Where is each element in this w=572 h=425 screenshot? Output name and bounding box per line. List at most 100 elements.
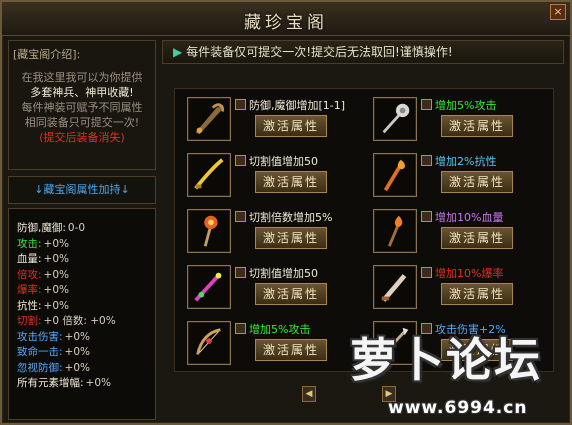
activate-attribute-button[interactable]: 激活属性 <box>441 227 513 249</box>
gem-icon <box>235 267 246 278</box>
notice-bar: ▶ 每件装备仅可提交一次!提交后无法取回!谨慎操作! <box>162 40 564 64</box>
stat-row: 血量: +0% <box>17 252 151 268</box>
item-name-row: 切割值增加50 <box>235 265 318 281</box>
equipment-slot: 切割值增加50 激活属性 <box>179 261 357 309</box>
item-attribute: 增加5%攻击 <box>249 323 311 336</box>
bonus-header: ↓藏宝阁属性加持↓ <box>8 176 156 204</box>
golden-sabre-icon[interactable] <box>187 153 231 197</box>
window-title: 藏珍宝阁 <box>244 13 328 33</box>
torch-staff-icon[interactable] <box>373 209 417 253</box>
equipment-slot: 增加5%攻击激活属性 <box>179 317 357 365</box>
notice-text: 每件装备仅可提交一次!提交后无法取回!谨慎操作! <box>186 45 453 59</box>
stat-row: 防御,魔御: 0-0 <box>17 221 151 237</box>
stat-row: 攻击伤害: +0% <box>17 330 151 346</box>
forum-watermark: 萝卜论坛 www.6994.cn <box>348 322 572 425</box>
activate-attribute-button[interactable]: 激活属性 <box>255 115 327 137</box>
intro-line: 每件神装可赋予不同属性 <box>21 101 143 114</box>
watermark-url: www.6994.cn <box>388 398 528 418</box>
intro-line: 相同装备只可提交一次! <box>24 116 140 129</box>
stat-value: +0% <box>64 346 91 358</box>
item-name-row: 增加2%抗性 <box>421 153 496 169</box>
stat-label: 所有元素增幅: <box>17 377 84 389</box>
intro-line: (提交后装备消失) <box>39 131 125 144</box>
stat-label: 血量: <box>17 253 42 265</box>
stat-value: +0% <box>85 377 112 389</box>
stat-value: +0% <box>43 299 70 312</box>
gem-icon <box>421 211 432 222</box>
stat-row: 忽视防御: +0% <box>17 361 151 377</box>
activate-attribute-button[interactable]: 激活属性 <box>441 283 513 305</box>
left-panel: [藏宝阁介绍]: 在我这里我可以为你提供 多套神兵、神甲收藏! 每件神装可赋予不同属… <box>8 40 156 420</box>
item-attribute: 切割值增加50 <box>249 267 318 280</box>
item-attribute: 切割倍数增加5% <box>249 211 333 224</box>
activate-attribute-button[interactable]: 激活属性 <box>255 171 327 193</box>
stat-value: +0 倍数: +0% <box>43 315 116 327</box>
watermark-logo-text: 萝卜论坛 <box>350 333 542 387</box>
intro-lines: 在我这里我可以为你提供 多套神兵、神甲收藏! 每件神装可赋予不同属性 相同装备只可提交… <box>13 70 151 145</box>
stat-label: 致命一击: <box>17 346 63 358</box>
fire-orb-staff-icon[interactable] <box>187 209 231 253</box>
title-bar[interactable]: 藏珍宝阁 × <box>2 2 570 36</box>
bow-icon[interactable] <box>187 321 231 365</box>
notice-arrow-icon: ▶ <box>173 45 183 59</box>
gem-icon <box>235 211 246 222</box>
jeweled-blade-icon[interactable] <box>187 265 231 309</box>
item-name-row: 增加10%爆率 <box>421 265 503 281</box>
item-name-row: 切割值增加50 <box>235 153 318 169</box>
activate-attribute-button[interactable]: 激活属性 <box>441 171 513 193</box>
stat-row: 切割: +0 倍数: +0% <box>17 314 151 330</box>
item-attribute: 增加10%爆率 <box>435 267 504 280</box>
prev-page-button[interactable]: ◀ <box>302 386 316 402</box>
war-blade-icon[interactable] <box>373 265 417 309</box>
activate-attribute-button[interactable]: 激活属性 <box>441 115 513 137</box>
activate-attribute-button[interactable]: 激活属性 <box>255 283 327 305</box>
stat-label: 爆率: <box>17 284 42 296</box>
stat-row: 抗性: +0% <box>17 299 151 315</box>
activate-attribute-button[interactable]: 激活属性 <box>255 227 327 249</box>
gem-icon <box>421 155 432 166</box>
intro-line: 在我这里我可以为你提供 <box>21 71 143 84</box>
activate-attribute-button[interactable]: 激活属性 <box>255 339 327 361</box>
equipment-slot: 增加5%攻击激活属性 <box>365 93 543 141</box>
item-name-row: 切割倍数增加5% <box>235 209 332 225</box>
stats-box: 防御,魔御: 0-0 攻击: +0% 血量: +0% 倍攻: +0% 爆率: +0% 抗性: +0% 切… <box>8 208 156 420</box>
intro-box: [藏宝阁介绍]: 在我这里我可以为你提供 多套神兵、神甲收藏! 每件神装可赋予不同属… <box>8 40 156 170</box>
item-attribute: 增加10%血量 <box>435 211 504 224</box>
stat-value: +0% <box>43 268 70 281</box>
stat-label: 忽视防御: <box>17 361 63 374</box>
equipment-slot: 防御,魔御增加[1-1] 激活属性 <box>179 93 357 141</box>
stat-value: +0% <box>43 284 70 296</box>
stat-row: 所有元素增幅: +0% <box>17 376 151 392</box>
stat-value: +0% <box>43 253 70 265</box>
dragon-blade-icon[interactable] <box>187 97 231 141</box>
equipment-slot: 增加10%爆率激活属性 <box>365 261 543 309</box>
item-attribute: 增加2%抗性 <box>435 155 497 168</box>
close-button[interactable]: × <box>550 4 566 20</box>
stat-value: +0% <box>64 330 91 343</box>
equipment-slot: 切割值增加50 激活属性 <box>179 149 357 197</box>
stat-row: 致命一击: +0% <box>17 345 151 361</box>
stat-row: 爆率: +0% <box>17 283 151 299</box>
gem-icon <box>235 99 246 110</box>
mace-icon[interactable] <box>373 97 417 141</box>
item-name-row: 增加5%攻击 <box>235 321 310 337</box>
stat-row: 攻击: +0% <box>17 237 151 253</box>
stat-row: 倍攻: +0% <box>17 268 151 284</box>
equipment-slot: 增加10%血量激活属性 <box>365 205 543 253</box>
item-name-row: 增加5%攻击 <box>421 97 496 113</box>
stats-list: 防御,魔御: 0-0 攻击: +0% 血量: +0% 倍攻: +0% 爆率: +0% 抗性: +0% 切… <box>17 221 151 392</box>
treasure-pavilion-window: 藏珍宝阁 × [藏宝阁介绍]: 在我这里我可以为你提供 多套神兵、神甲收藏! 每件神… <box>0 0 572 425</box>
gem-icon <box>421 99 432 110</box>
stat-value: 0-0 <box>67 222 86 234</box>
item-attribute: 切割值增加50 <box>249 155 318 168</box>
gem-icon <box>235 323 246 334</box>
stat-label: 切割: <box>17 315 42 327</box>
stat-label: 倍攻: <box>17 268 42 281</box>
gem-icon <box>235 155 246 166</box>
item-name-row: 防御,魔御增加[1-1] <box>235 97 345 113</box>
stat-label: 抗性: <box>17 299 42 312</box>
stat-label: 攻击伤害: <box>17 330 63 343</box>
stat-value: +0% <box>64 361 91 374</box>
flame-staff-icon[interactable] <box>373 153 417 197</box>
item-attribute: 增加5%攻击 <box>435 99 497 112</box>
